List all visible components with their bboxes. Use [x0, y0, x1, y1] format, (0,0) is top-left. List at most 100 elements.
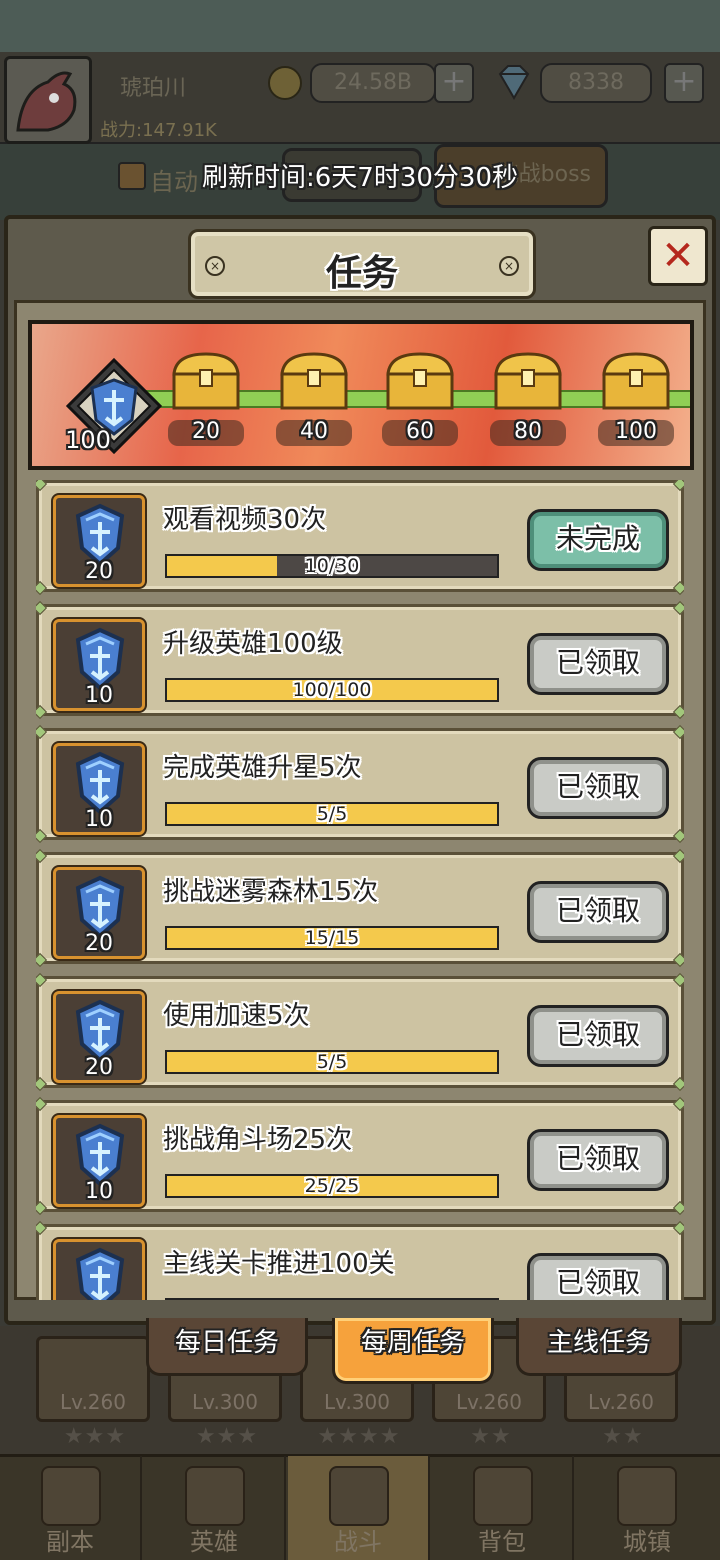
gem-amount: 8338: [540, 63, 652, 103]
task-status-button[interactable]: 已领取: [527, 1129, 669, 1191]
nav-town[interactable]: 城镇: [576, 1456, 718, 1560]
hero-level: Lv.300: [192, 1390, 258, 1414]
task-name: 观看视频30次: [163, 505, 327, 535]
corner-ornament: [36, 1096, 48, 1112]
add-gold-button[interactable]: +: [434, 63, 474, 103]
corner-ornament: [672, 1076, 684, 1092]
corner-ornament: [36, 848, 48, 864]
corner-ornament: [36, 972, 48, 988]
corner-ornament: [672, 1096, 684, 1112]
corner-ornament: [672, 828, 684, 844]
task-item: 10 升级英雄100级 100/100 已领取: [36, 600, 684, 720]
corner-ornament: [672, 848, 684, 864]
task-reward-points: 10: [85, 807, 113, 832]
task-reward-points: 20: [85, 559, 113, 584]
corner-ornament: [36, 480, 48, 492]
task-reward-points: 20: [85, 931, 113, 956]
task-reward-icon: 20: [53, 867, 145, 959]
corner-ornament: [672, 580, 684, 596]
task-item: 10 主线关卡推进100关 100/100 已领取: [36, 1220, 684, 1300]
treasure-chest-icon[interactable]: [488, 350, 568, 414]
refresh-timer: 刷新时间:6天7时30分30秒: [201, 163, 518, 193]
task-name: 升级英雄100级: [163, 629, 343, 659]
nav-dungeon-label: 副本: [46, 1528, 94, 1556]
hero-level: Lv.260: [588, 1390, 654, 1414]
add-gems-button[interactable]: +: [664, 63, 704, 103]
task-list: 20 观看视频30次 10/30 未完成 10 升级英雄100级 100/100 已领取 10 完…: [36, 480, 684, 1300]
task-progress-bar: 5/5: [165, 1050, 499, 1074]
task-item: 20 挑战迷雾森林15次 15/15 已领取: [36, 848, 684, 968]
corner-ornament: [36, 724, 48, 740]
corner-ornament: [672, 1200, 684, 1216]
nav-town-label: 城镇: [623, 1528, 671, 1556]
task-status-button[interactable]: 已领取: [527, 1253, 669, 1300]
task-status-button[interactable]: 未完成: [527, 509, 669, 571]
nav-bag[interactable]: 背包: [432, 1456, 574, 1560]
corner-ornament: [36, 952, 48, 968]
close-button[interactable]: ✕: [648, 226, 708, 286]
task-progress-bar: 10/30: [165, 554, 499, 578]
task-reward-icon: 10: [53, 619, 145, 711]
corner-ornament: [36, 704, 48, 720]
corner-ornament: [672, 480, 684, 492]
task-reward-icon: 20: [53, 991, 145, 1083]
hero-stars: ★★★: [63, 1424, 127, 1449]
task-status-button[interactable]: 已领取: [527, 757, 669, 819]
task-reward-icon: 20: [53, 495, 145, 587]
corner-ornament: [672, 600, 684, 616]
task-progress-text: 5/5: [316, 1051, 348, 1073]
task-status-button[interactable]: 已领取: [527, 1005, 669, 1067]
hero-stars: ★★★★: [317, 1424, 401, 1449]
treasure-chest-icon[interactable]: [596, 350, 676, 414]
nav-battle[interactable]: 战斗: [288, 1456, 430, 1560]
nav-battle-label: 战斗: [334, 1528, 382, 1556]
nav-dungeon[interactable]: 副本: [0, 1456, 142, 1560]
task-status-button[interactable]: 已领取: [527, 633, 669, 695]
milestone-points: 40: [276, 420, 352, 446]
task-progress-text: 100/100: [292, 679, 372, 701]
hero-stars: ★★: [470, 1424, 512, 1449]
task-item: 20 使用加速5次 5/5 已领取: [36, 972, 684, 1092]
corner-ornament: [36, 580, 48, 596]
combat-power: 战力:147.91K: [100, 120, 217, 141]
nav-heroes[interactable]: 英雄: [144, 1456, 286, 1560]
milestone-points: 60: [382, 420, 458, 446]
screw-icon: ×: [499, 256, 519, 276]
corner-ornament: [672, 1220, 684, 1236]
gold-amount: 24.58B: [310, 63, 436, 103]
backpack-icon: [473, 1466, 533, 1526]
hero-level: Lv.260: [60, 1390, 126, 1414]
corner-ornament: [36, 1220, 48, 1236]
task-item: 10 挑战角斗场25次 25/25 已领取: [36, 1096, 684, 1216]
panel-title: 任务: [325, 253, 398, 294]
corner-ornament: [672, 724, 684, 740]
dragon-avatar-icon: [16, 71, 77, 132]
task-progress-text: 5/5: [316, 803, 348, 825]
helmet-icon: [185, 1466, 245, 1526]
task-reward-icon: 10: [53, 743, 145, 835]
tab-weekly-tasks[interactable]: 每周任务: [332, 1318, 494, 1384]
treasure-chest-icon[interactable]: [380, 350, 460, 414]
milestone-points: 80: [490, 420, 566, 446]
treasure-chest-icon[interactable]: [274, 350, 354, 414]
corner-ornament: [36, 1200, 48, 1216]
task-item: 20 观看视频30次 10/30 未完成: [36, 480, 684, 596]
task-name: 完成英雄升星5次: [163, 753, 362, 783]
corner-ornament: [672, 972, 684, 988]
task-name: 挑战迷雾森林15次: [163, 877, 379, 907]
task-status-button[interactable]: 已领取: [527, 881, 669, 943]
corner-ornament: [36, 600, 48, 616]
tab-main-tasks[interactable]: 主线任务: [516, 1318, 682, 1376]
hero-level: Lv.260: [456, 1390, 522, 1414]
nav-heroes-label: 英雄: [190, 1528, 238, 1556]
task-progress-text: 15/15: [304, 927, 360, 949]
treasure-chest-icon[interactable]: [166, 350, 246, 414]
current-points: 100: [65, 426, 111, 454]
task-progress-text: 25/25: [304, 1175, 360, 1197]
task-progress-text: 10/30: [304, 555, 360, 577]
task-reward-icon: 10: [53, 1115, 145, 1207]
corner-ornament: [672, 952, 684, 968]
tab-daily-tasks[interactable]: 每日任务: [146, 1318, 308, 1376]
shop-icon: [617, 1466, 677, 1526]
player-avatar[interactable]: [4, 56, 92, 144]
